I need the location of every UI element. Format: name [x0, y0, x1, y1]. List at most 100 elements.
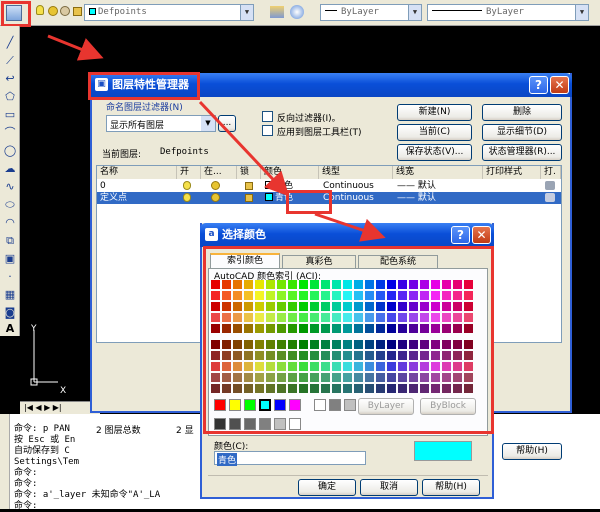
color-swatch[interactable]: [265, 181, 273, 189]
layer-viewport-icon[interactable]: [60, 6, 70, 16]
palette-swatch[interactable]: [233, 351, 242, 360]
insert-block-icon[interactable]: ⧉: [3, 234, 17, 248]
palette-swatch[interactable]: [453, 313, 462, 322]
palette-swatch[interactable]: [365, 291, 374, 300]
palette-swatch[interactable]: [387, 384, 396, 393]
palette-swatch[interactable]: [376, 351, 385, 360]
palette-swatch[interactable]: [387, 351, 396, 360]
column-header-plotstyle[interactable]: 打印样式: [483, 166, 541, 179]
palette-swatch[interactable]: [222, 291, 231, 300]
palette-swatch[interactable]: [211, 302, 220, 311]
palette-swatch[interactable]: [365, 340, 374, 349]
palette-swatch[interactable]: [343, 313, 352, 322]
column-header-freeze[interactable]: 在...: [201, 166, 237, 179]
standard-color-swatch[interactable]: [229, 399, 241, 411]
polyline-icon[interactable]: ↩: [3, 72, 17, 86]
column-header-on[interactable]: 开: [177, 166, 201, 179]
palette-swatch[interactable]: [442, 280, 451, 289]
make-layer-current-icon[interactable]: [270, 6, 284, 18]
palette-swatch[interactable]: [277, 362, 286, 371]
column-header-lineweight[interactable]: 线宽: [393, 166, 483, 179]
palette-swatch[interactable]: [288, 373, 297, 382]
palette-swatch[interactable]: [277, 302, 286, 311]
palette-swatch[interactable]: [299, 280, 308, 289]
palette-swatch[interactable]: [343, 302, 352, 311]
rectangle-icon[interactable]: ▭: [3, 108, 17, 122]
arc-icon[interactable]: ⌒: [3, 126, 17, 140]
chevron-down-icon[interactable]: ▼: [575, 5, 588, 20]
palette-swatch[interactable]: [343, 362, 352, 371]
color-input[interactable]: 青色: [214, 451, 366, 466]
palette-swatch[interactable]: [398, 291, 407, 300]
palette-swatch[interactable]: [222, 302, 231, 311]
palette-swatch[interactable]: [409, 302, 418, 311]
palette-swatch[interactable]: [464, 291, 473, 300]
palette-swatch[interactable]: [211, 384, 220, 393]
palette-swatch[interactable]: [365, 351, 374, 360]
palette-swatch[interactable]: [255, 373, 264, 382]
palette-swatch[interactable]: [387, 362, 396, 371]
palette-swatch[interactable]: [343, 280, 352, 289]
palette-swatch[interactable]: [211, 340, 220, 349]
column-header-linetype[interactable]: 线型: [319, 166, 393, 179]
bulb-icon[interactable]: [183, 193, 191, 202]
palette-swatch[interactable]: [365, 384, 374, 393]
layer-manager-icon[interactable]: [6, 5, 22, 21]
palette-swatch[interactable]: [464, 313, 473, 322]
palette-swatch[interactable]: [310, 324, 319, 333]
palette-swatch[interactable]: [310, 340, 319, 349]
palette-swatch[interactable]: [343, 324, 352, 333]
palette-swatch[interactable]: [332, 324, 341, 333]
palette-swatch[interactable]: [277, 324, 286, 333]
palette-swatch[interactable]: [310, 291, 319, 300]
palette-swatch[interactable]: [321, 384, 330, 393]
palette-swatch[interactable]: [288, 313, 297, 322]
lock-icon[interactable]: [245, 194, 253, 202]
printer-icon[interactable]: [545, 193, 555, 202]
palette-swatch[interactable]: [299, 291, 308, 300]
layer-help-button[interactable]: 帮助(H): [502, 443, 562, 460]
palette-swatch[interactable]: [354, 362, 363, 371]
palette-swatch[interactable]: [376, 362, 385, 371]
palette-swatch[interactable]: [376, 313, 385, 322]
palette-swatch[interactable]: [255, 351, 264, 360]
palette-swatch[interactable]: [299, 384, 308, 393]
palette-swatch[interactable]: [321, 362, 330, 371]
filter-select[interactable]: 显示所有图层 ▼: [106, 115, 216, 132]
standard-color-swatch[interactable]: [344, 399, 356, 411]
palette-swatch[interactable]: [299, 351, 308, 360]
palette-swatch[interactable]: [354, 291, 363, 300]
palette-swatch[interactable]: [288, 302, 297, 311]
palette-swatch[interactable]: [233, 291, 242, 300]
palette-swatch[interactable]: [442, 302, 451, 311]
palette-swatch[interactable]: [442, 340, 451, 349]
palette-swatch[interactable]: [398, 302, 407, 311]
palette-swatch[interactable]: [266, 351, 275, 360]
palette-swatch[interactable]: [310, 302, 319, 311]
palette-swatch[interactable]: [420, 291, 429, 300]
palette-swatch[interactable]: [321, 351, 330, 360]
palette-swatch[interactable]: [255, 280, 264, 289]
palette-swatch[interactable]: [409, 384, 418, 393]
palette-swatch[interactable]: [409, 324, 418, 333]
palette-swatch[interactable]: [387, 302, 396, 311]
printer-icon[interactable]: [545, 181, 555, 190]
palette-swatch[interactable]: [387, 340, 396, 349]
palette-swatch[interactable]: [387, 324, 396, 333]
close-icon[interactable]: ✕: [472, 226, 491, 244]
close-icon[interactable]: ✕: [550, 76, 569, 94]
palette-swatch[interactable]: [409, 373, 418, 382]
byblock-button[interactable]: ByBlock: [420, 398, 476, 415]
palette-swatch[interactable]: [332, 384, 341, 393]
palette-swatch[interactable]: [409, 340, 418, 349]
palette-swatch[interactable]: [255, 384, 264, 393]
layer-lock-icon[interactable]: [73, 7, 82, 16]
palette-swatch[interactable]: [211, 373, 220, 382]
standard-color-swatch[interactable]: [314, 399, 326, 411]
palette-swatch[interactable]: [266, 280, 275, 289]
palette-swatch[interactable]: [332, 373, 341, 382]
palette-swatch[interactable]: [255, 291, 264, 300]
palette-swatch[interactable]: [343, 340, 352, 349]
palette-swatch[interactable]: [277, 373, 286, 382]
palette-swatch[interactable]: [442, 384, 451, 393]
